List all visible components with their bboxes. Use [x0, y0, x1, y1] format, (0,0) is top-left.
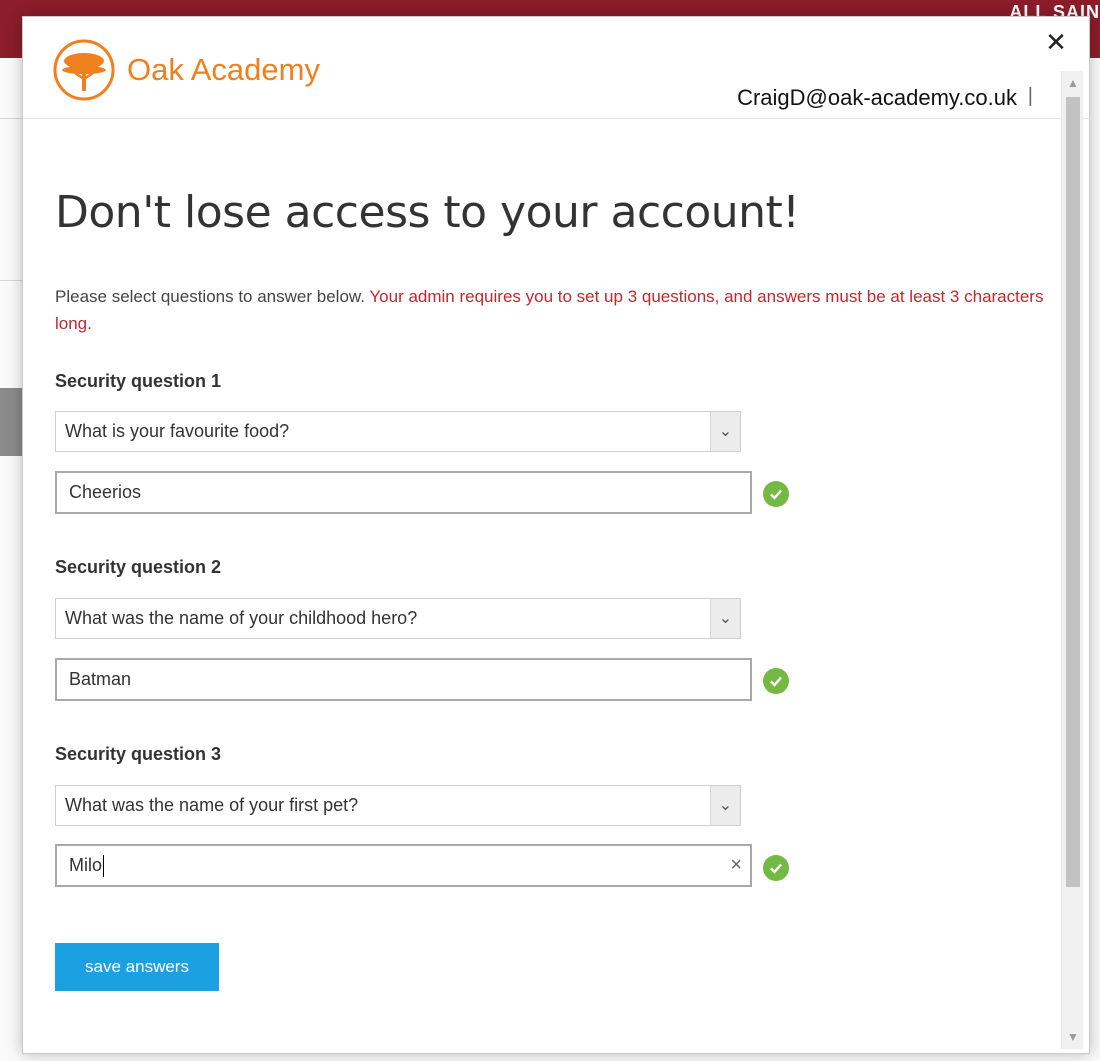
close-button[interactable]: ✕: [1041, 27, 1071, 57]
chevron-down-icon[interactable]: ⌄: [710, 599, 740, 638]
scroll-down-icon[interactable]: ▼: [1062, 1025, 1084, 1049]
clear-icon[interactable]: ×: [730, 846, 742, 885]
dialog-scrollbar[interactable]: ▲ ▼: [1061, 71, 1083, 1049]
dialog-header: Oak Academy CraigD@oak-academy.co.uk | ✕: [23, 17, 1091, 119]
chevron-down-icon[interactable]: ⌄: [710, 786, 740, 825]
answer-2-field[interactable]: Batman: [55, 658, 752, 701]
logo: Oak Academy: [53, 39, 320, 101]
question-1-select[interactable]: What is your favourite food? ⌄: [55, 411, 741, 452]
security-questions-dialog: Oak Academy CraigD@oak-academy.co.uk | ✕…: [22, 16, 1091, 1054]
answer-3-field[interactable]: Milo ×: [55, 844, 752, 887]
question-2-select[interactable]: What was the name of your childhood hero…: [55, 598, 741, 639]
answer-1-field[interactable]: Cheerios: [55, 471, 752, 514]
check-circle-icon: [763, 481, 789, 507]
chevron-down-icon[interactable]: ⌄: [710, 412, 740, 451]
question-1-label: Security question 1: [55, 371, 222, 391]
close-icon: ✕: [1045, 27, 1067, 57]
question-2-selected: What was the name of your childhood hero…: [65, 608, 418, 628]
question-2-label: Security question 2: [55, 557, 222, 577]
header-separator: |: [1027, 85, 1033, 107]
question-3-selected: What was the name of your first pet?: [65, 795, 359, 815]
check-circle-icon: [763, 855, 789, 881]
answer-2-value: Batman: [69, 669, 132, 689]
check-circle-icon: [763, 668, 789, 694]
logo-text: Oak Academy: [127, 52, 320, 87]
instructions: Please select questions to answer below.…: [55, 283, 1045, 337]
page-title: Don't lose access to your account!: [55, 187, 800, 238]
answer-1-value: Cheerios: [69, 482, 142, 502]
text-caret: [103, 855, 105, 878]
user-email: CraigD@oak-academy.co.uk: [737, 85, 1017, 110]
instructions-text: Please select questions to answer below.: [55, 287, 365, 306]
question-1-selected: What is your favourite food?: [65, 421, 290, 441]
answer-3-value: Milo: [69, 855, 103, 875]
question-3-select[interactable]: What was the name of your first pet? ⌄: [55, 785, 741, 826]
question-3-label: Security question 3: [55, 744, 222, 764]
scroll-thumb[interactable]: [1066, 97, 1080, 887]
save-answers-button[interactable]: save answers: [55, 943, 219, 991]
scroll-up-icon[interactable]: ▲: [1062, 71, 1084, 95]
oak-tree-logo-icon: [53, 39, 115, 101]
